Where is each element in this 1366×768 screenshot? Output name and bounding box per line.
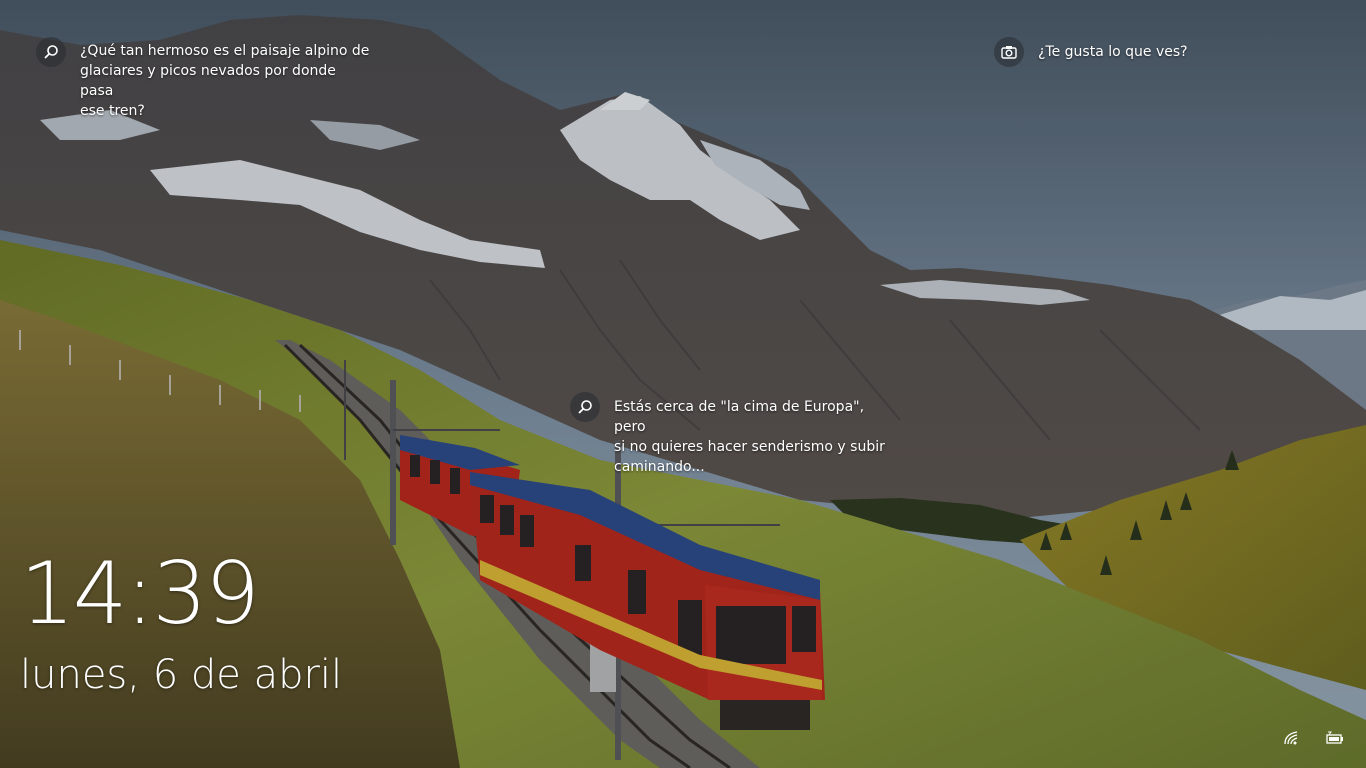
hotspot-top-text[interactable]: ¿Qué tan hermoso es el paisaje alpino de… bbox=[80, 41, 370, 121]
spotlight-hotspot-middle[interactable]: Estás cerca de "la cima de Europa", pero… bbox=[570, 392, 894, 477]
battery-charging-icon[interactable] bbox=[1322, 726, 1346, 750]
spotlight-hotspot-top[interactable]: ¿Qué tan hermoso es el paisaje alpino de… bbox=[36, 37, 370, 121]
like-prompt-text[interactable]: ¿Te gusta lo que ves? bbox=[1038, 42, 1188, 62]
lock-screen[interactable]: ¿Qué tan hermoso es el paisaje alpino de… bbox=[0, 0, 1366, 768]
search-icon[interactable] bbox=[36, 37, 66, 67]
lock-screen-date: lunes, 6 de abril bbox=[20, 652, 343, 698]
camera-icon[interactable] bbox=[994, 37, 1024, 67]
wifi-icon[interactable] bbox=[1280, 726, 1304, 750]
search-icon[interactable] bbox=[570, 392, 600, 422]
lock-screen-time: 14:39 bbox=[20, 544, 260, 644]
hotspot-middle-text[interactable]: Estás cerca de "la cima de Europa", pero… bbox=[614, 397, 894, 477]
like-what-you-see-prompt[interactable]: ¿Te gusta lo que ves? bbox=[994, 37, 1188, 67]
